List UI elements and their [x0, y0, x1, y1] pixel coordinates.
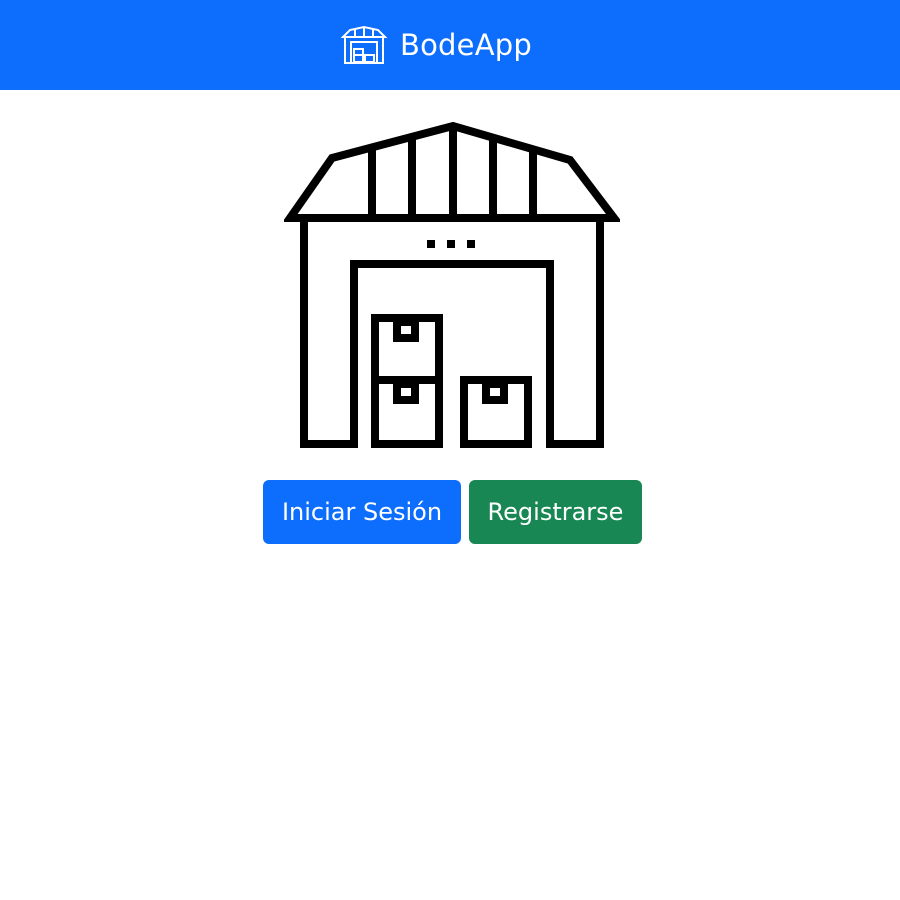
- warehouse-illustration: [284, 120, 620, 452]
- register-button[interactable]: Registrarse: [469, 480, 642, 544]
- brand-name: BodeApp: [400, 28, 532, 62]
- login-button[interactable]: Iniciar Sesión: [263, 480, 461, 544]
- brand-link[interactable]: BodeApp: [340, 20, 532, 70]
- top-navbar: BodeApp: [0, 0, 900, 90]
- warehouse-icon: [340, 25, 388, 64]
- warehouse-icon: [284, 121, 620, 448]
